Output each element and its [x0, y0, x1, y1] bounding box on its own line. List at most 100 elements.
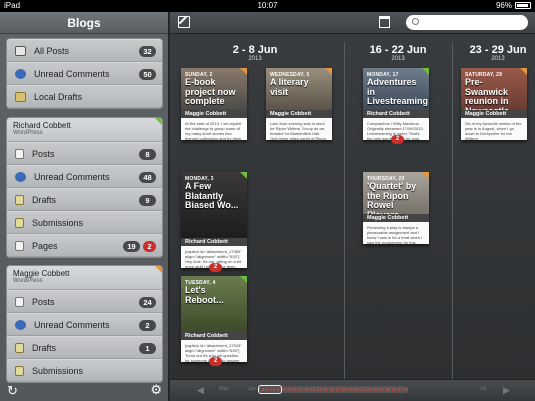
sidebar-item-label: Unread Comments — [34, 319, 110, 330]
page-icon — [15, 240, 24, 251]
comment-bubble-icon — [15, 171, 26, 182]
timeline-scrubber[interactable]: ◀ May Jun 1 2 3 4 5 6 7 8 9 10 11 12 13 … — [170, 379, 535, 401]
sidebar-item-label: All Posts — [34, 45, 70, 56]
sidebar-item-submissions[interactable]: Submissions — [7, 211, 162, 234]
week-year: 2013 — [491, 56, 505, 62]
draft-page-icon — [15, 194, 24, 205]
sidebar-footer: ↻ ⚙ — [0, 379, 169, 401]
post-image: TUESDAY, 4 Let's Reboot... — [181, 276, 247, 332]
page-icon — [15, 296, 24, 307]
monitor-icon — [15, 45, 26, 56]
account-group-richard: Richard Cobbett WordPress Posts 8 Unread… — [6, 117, 163, 258]
comment-count-bubble[interactable]: 2 — [209, 263, 222, 272]
chevron-right-icon[interactable]: ▶ — [503, 385, 510, 396]
status-corner-icon — [240, 68, 247, 75]
status-corner-icon — [422, 68, 429, 75]
count-badge: 48 — [139, 172, 156, 183]
post-excerpt: At the start of 2013, I set myself the c… — [185, 121, 242, 140]
comment-count-bubble[interactable]: 2 — [209, 357, 222, 366]
post-card[interactable]: WEDNESDAY, 5 A literary visit Maggie Cob… — [266, 68, 332, 140]
sidebar-item-posts[interactable]: Posts 24 — [7, 290, 162, 313]
count-badge: 9 — [139, 195, 156, 206]
post-author: Maggie Cobbett — [181, 110, 247, 118]
sidebar-item-pages[interactable]: Pages 19 2 — [7, 234, 162, 257]
status-corner-icon — [155, 266, 162, 273]
post-card[interactable]: MONDAY, 3 A Few Blatantly Biased Wo... R… — [181, 172, 247, 272]
post-author: Richard Cobbett — [181, 238, 247, 246]
week-year: 2013 — [248, 56, 262, 62]
sidebar-item-drafts[interactable]: Drafts 1 — [7, 336, 162, 359]
week-header: 23 - 29 Jun 2013 — [458, 44, 535, 62]
sidebar-item-label: Unread Comments — [34, 171, 110, 182]
battery-percent: 96% — [495, 1, 512, 10]
post-image: WEDNESDAY, 5 A literary visit — [266, 68, 332, 110]
post-author: Richard Cobbett — [363, 110, 429, 118]
sidebar-item-label: Drafts — [32, 342, 57, 353]
sidebar-item-local-drafts[interactable]: Local Drafts — [7, 85, 162, 108]
page-icon — [15, 148, 24, 159]
gear-icon[interactable]: ⚙ — [150, 382, 162, 398]
post-card[interactable]: THURSDAY, 20 'Quartet' by the Ripon Rowe… — [363, 172, 429, 244]
sidebar-item-unread-comments[interactable]: Unread Comments 48 — [7, 165, 162, 188]
count-badge: 1 — [139, 343, 156, 354]
post-title: Let's Reboot... — [185, 285, 224, 305]
post-card[interactable]: TUESDAY, 4 Let's Reboot... Richard Cobbe… — [181, 276, 247, 366]
sidebar-item-posts[interactable]: Posts 8 — [7, 142, 162, 165]
count-badge: 19 — [123, 241, 140, 252]
search-input[interactable] — [406, 15, 528, 30]
post-author: Maggie Cobbett — [461, 110, 527, 118]
post-author: Maggie Cobbett — [363, 214, 429, 222]
post-title: 'Quartet' by the Ripon Rowel Players — [367, 181, 417, 214]
sidebar-item-label: Drafts — [32, 194, 57, 205]
post-image: MONDAY, 17 Adventures in Livestreaming — [363, 68, 429, 110]
week-header: 2 - 8 Jun 2013 — [200, 44, 310, 62]
comment-bubble-icon — [15, 319, 26, 330]
status-corner-icon — [240, 276, 247, 283]
post-title: Adventures in Livestreaming — [367, 77, 429, 106]
calendar-view: 2 - 8 Jun 2013 16 - 22 Jun 2013 23 - 29 … — [170, 12, 535, 401]
sidebar-item-unread-comments[interactable]: Unread Comments 50 — [7, 62, 162, 85]
post-title: E-book project now complete — [185, 77, 236, 106]
post-card[interactable]: MONDAY, 17 Adventures in Livestreaming R… — [363, 68, 429, 144]
comment-count-bubble[interactable]: 2 — [391, 135, 404, 144]
sidebar-item-label: Submissions — [32, 365, 84, 376]
post-excerpt: Last June evening was in store for Ripon… — [270, 121, 327, 140]
account-header[interactable]: Richard Cobbett WordPress — [7, 118, 162, 142]
comment-bubble-icon — [15, 68, 26, 79]
sidebar-item-unread-comments[interactable]: Unread Comments 2 — [7, 313, 162, 336]
post-card[interactable]: SUNDAY, 2 E-book project now complete Ma… — [181, 68, 247, 140]
post-title: A literary visit — [270, 77, 309, 97]
count-badge: 50 — [139, 69, 156, 80]
sidebar-item-label: Posts — [32, 148, 55, 159]
status-corner-icon — [325, 68, 332, 75]
account-name: Maggie Cobbett — [13, 269, 70, 278]
chevron-left-icon[interactable]: ◀ — [197, 385, 204, 396]
week-year: 2013 — [391, 56, 405, 62]
calendar-icon[interactable] — [379, 16, 390, 28]
sidebar-item-drafts[interactable]: Drafts 9 — [7, 188, 162, 211]
account-group-maggie: Maggie Cobbett WordPress Posts 24 Unread… — [6, 265, 163, 383]
search-icon — [412, 18, 419, 25]
account-header[interactable]: Maggie Cobbett WordPress — [7, 266, 162, 290]
timeline-thumb[interactable] — [258, 385, 282, 394]
post-title: Pre-Swanwick reunion in Newcastle — [465, 77, 509, 110]
month-label: May — [219, 386, 229, 392]
status-corner-icon — [520, 68, 527, 75]
status-corner-icon — [240, 172, 247, 179]
column-divider — [344, 42, 345, 387]
sidebar-item-label: Unread Comments — [34, 68, 110, 79]
draft-page-icon — [15, 342, 24, 353]
sidebar-item-label: Pages — [32, 240, 58, 251]
toolbar — [170, 12, 535, 34]
post-title: A Few Blatantly Biased Wo... — [185, 181, 239, 210]
compose-icon[interactable] — [178, 16, 190, 28]
post-card[interactable]: SATURDAY, 29 Pre-Swanwick reunion in New… — [461, 68, 527, 140]
week-range: 16 - 22 Jun — [369, 44, 427, 56]
alert-badge: 2 — [143, 241, 156, 252]
post-excerpt: Reviewing a play is always a pleasurable… — [367, 225, 423, 244]
refresh-icon[interactable]: ↻ — [7, 383, 18, 399]
month-label: Jul — [480, 386, 487, 392]
account-subtitle: WordPress — [13, 130, 43, 136]
all-blogs-group: All Posts 32 Unread Comments 50 Local Dr… — [6, 38, 163, 109]
sidebar-item-all-posts[interactable]: All Posts 32 — [7, 39, 162, 62]
